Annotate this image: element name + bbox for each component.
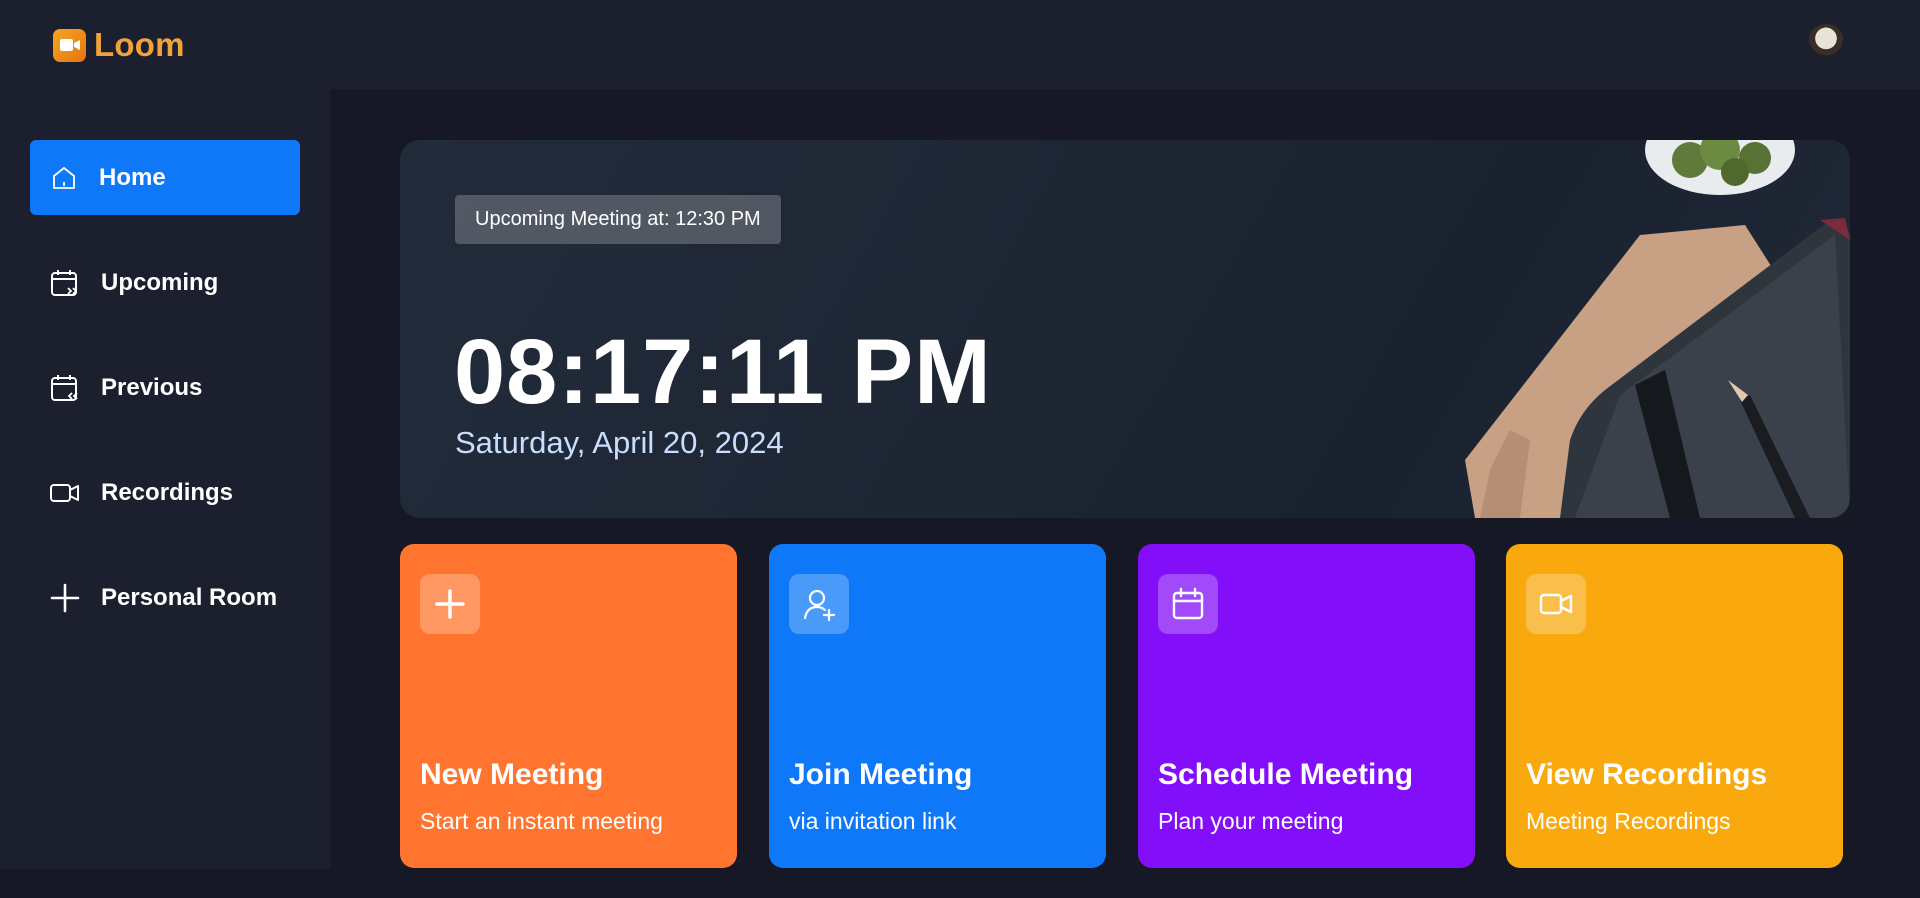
video-icon (50, 483, 79, 502)
current-time: 08:17:11 PM (454, 321, 992, 423)
calendar-back-icon (51, 374, 78, 401)
sidebar-item-label: Recordings (101, 478, 234, 506)
user-add-icon (789, 574, 849, 634)
card-title: Schedule Meeting (1158, 758, 1414, 791)
schedule-meeting-card[interactable]: Schedule Meeting Plan your meeting (1138, 544, 1475, 868)
card-subtitle: via invitation link (789, 808, 957, 834)
sidebar-item-personal-room[interactable]: Personal Room (30, 560, 300, 635)
upcoming-meeting-badge: Upcoming Meeting at: 12:30 PM (455, 195, 781, 244)
plus-icon (50, 583, 80, 612)
card-subtitle: Meeting Recordings (1526, 808, 1731, 834)
sidebar-item-label: Home (99, 163, 166, 191)
logo[interactable]: Loom (53, 26, 185, 64)
hero-banner: Upcoming Meeting at: 12:30 PM 08:17:11 P… (400, 140, 1850, 518)
logo-video-icon (53, 28, 86, 62)
sidebar-item-home[interactable]: Home (30, 140, 300, 215)
calendar-icon (1158, 574, 1218, 634)
card-subtitle: Plan your meeting (1158, 808, 1344, 834)
app-name: Loom (94, 26, 185, 63)
sidebar-item-label: Personal Room (101, 583, 278, 611)
video-icon (1526, 574, 1586, 634)
card-subtitle: Start an instant meeting (420, 808, 663, 834)
view-recordings-card[interactable]: View Recordings Meeting Recordings (1506, 544, 1843, 868)
sidebar-item-label: Previous (101, 373, 203, 401)
current-date: Saturday, April 20, 2024 (455, 425, 784, 460)
sidebar-item-upcoming[interactable]: Upcoming (30, 245, 300, 320)
new-meeting-card[interactable]: New Meeting Start an instant meeting (400, 544, 737, 868)
top-bar: Loom (0, 0, 1920, 89)
card-title: New Meeting (420, 758, 604, 791)
sidebar-item-previous[interactable]: Previous (30, 350, 300, 425)
user-avatar[interactable] (1808, 24, 1844, 60)
sidebar-item-label: Upcoming (101, 268, 219, 296)
card-title: View Recordings (1526, 758, 1768, 791)
home-icon (53, 166, 75, 189)
calendar-forward-icon (51, 269, 78, 296)
sidebar: Home Upcoming Previous Recordings Person… (0, 89, 330, 869)
card-title: Join Meeting (789, 758, 973, 791)
desk-illustration (1465, 140, 1850, 518)
plus-icon (420, 574, 480, 634)
join-meeting-card[interactable]: Join Meeting via invitation link (769, 544, 1106, 868)
sidebar-item-recordings[interactable]: Recordings (30, 455, 300, 530)
